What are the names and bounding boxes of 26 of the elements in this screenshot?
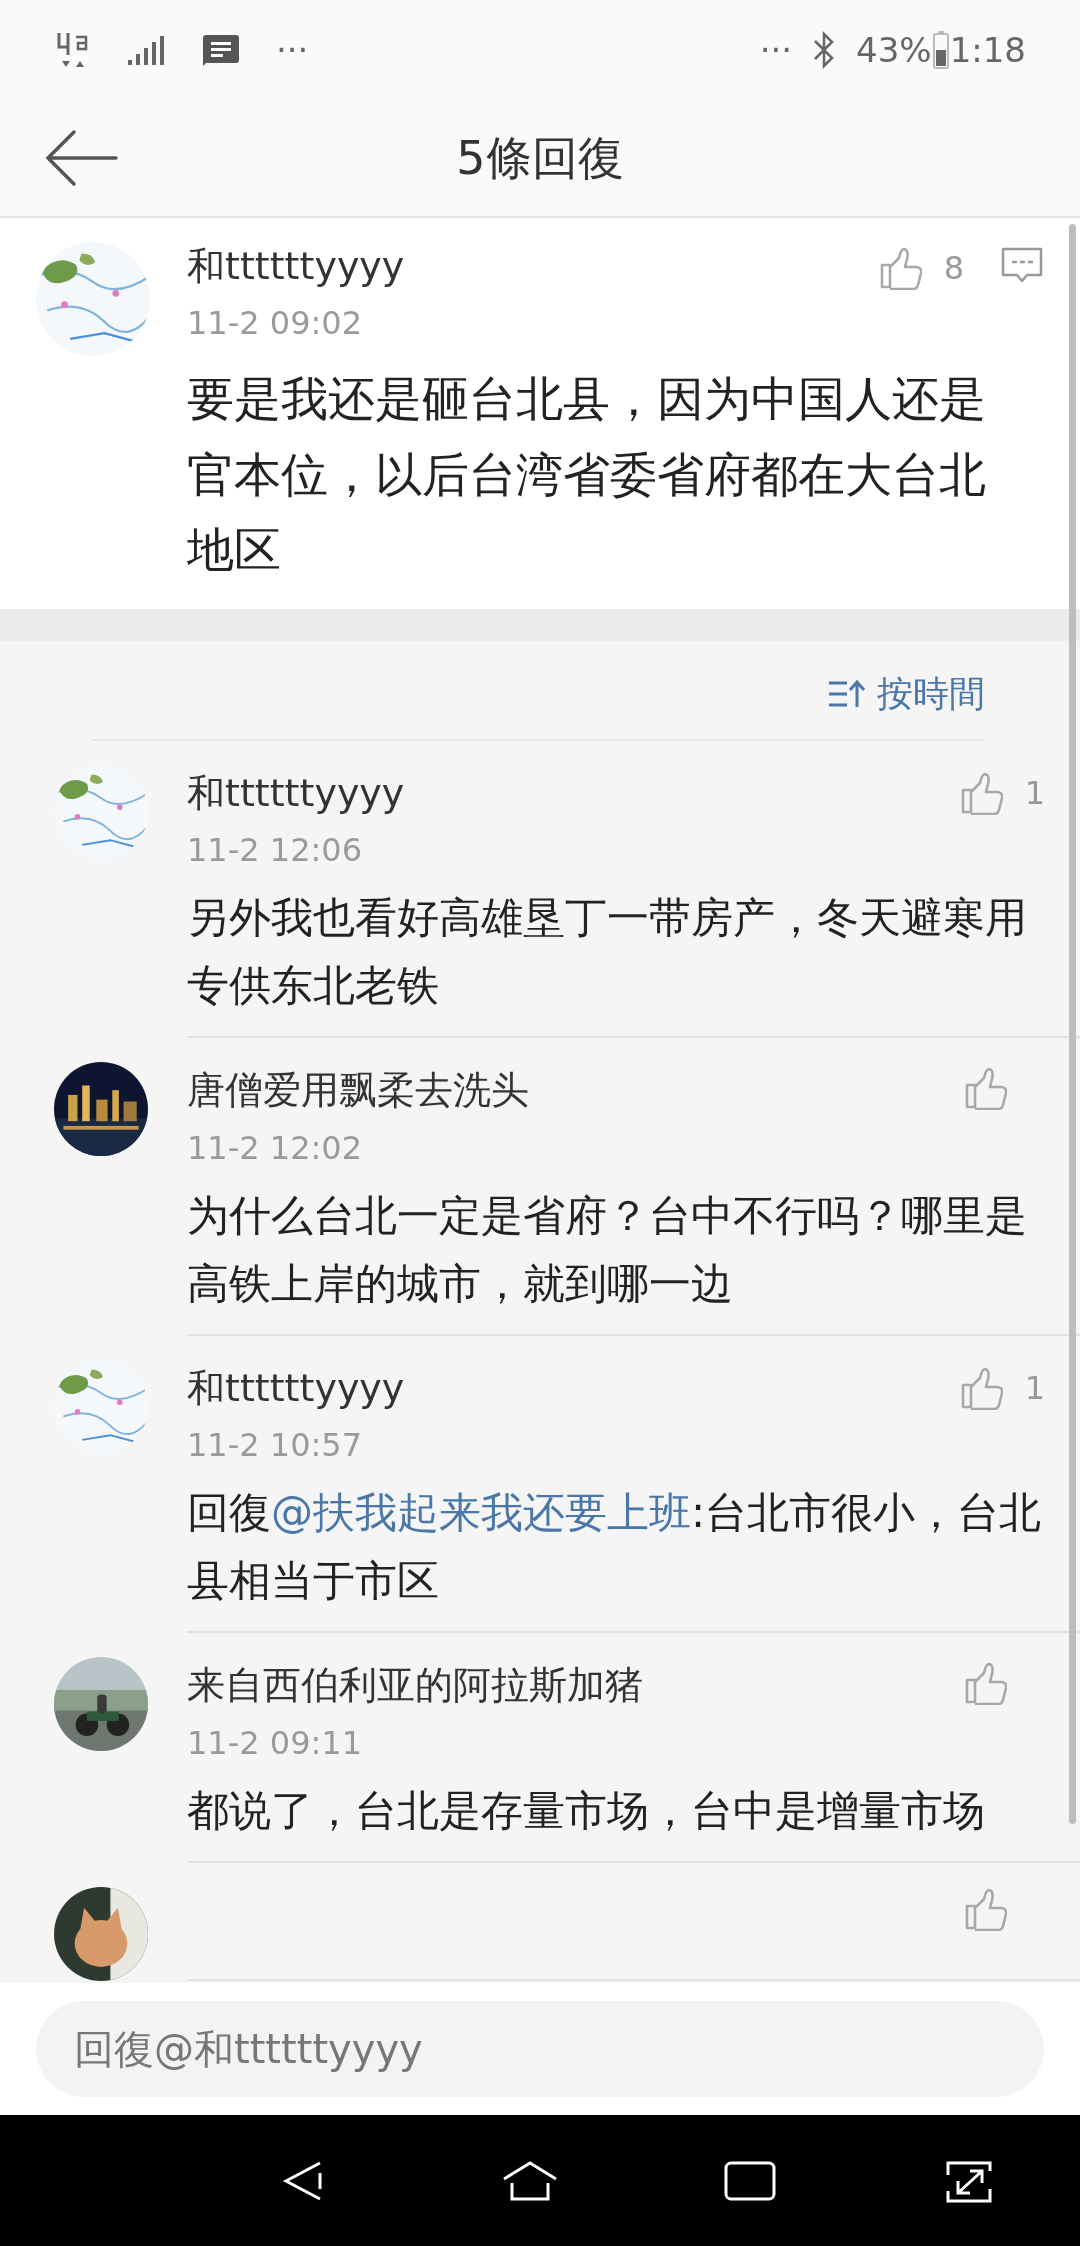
comment-text: 为什么台北一定是省府？台中不行吗？哪里是高铁上岸的城市，就到哪一边: [187, 1189, 1028, 1310]
reply-input[interactable]: 回復@和ttttttyyyy: [36, 2001, 1044, 2097]
comment-text: 要是我还是砸台北县，因为中国人还是官本位，以后台湾省委省府都在大台北地区: [187, 370, 987, 579]
clock: 1:18: [949, 28, 1026, 72]
author-name: 唐僧爱用飘柔去洗头: [187, 1067, 530, 1115]
timestamp: 11-2 09:11: [187, 1722, 363, 1764]
comment-text: 回復@扶我起来我还要上班:台北市很小，台北县相当于市区: [187, 1487, 1043, 1608]
comment-text: 另外我也看好高雄垦丁一带房产，冬天避寒用专供东北老铁: [187, 892, 1028, 1013]
author-name: 和ttttttyyyy: [187, 1364, 406, 1412]
timestamp: 11-2 12:06: [187, 830, 363, 872]
timestamp: 11-2 10:57: [187, 1425, 363, 1467]
sort-button[interactable]: 按時間: [827, 666, 985, 721]
like-count: 1: [1024, 772, 1045, 814]
overflow-dots: ···: [759, 28, 793, 72]
like-count: 1: [1024, 1367, 1045, 1409]
battery-percent: 43%: [856, 28, 932, 72]
author-name: 和ttttttyyyy: [187, 769, 406, 817]
overflow-dots: ···: [276, 28, 309, 72]
mention-link[interactable]: @扶我起来我还要上班: [271, 1488, 691, 1538]
author-name: 来自西伯利亚的阿拉斯加猪: [187, 1662, 644, 1710]
timestamp: 11-2 09:02: [187, 303, 363, 345]
author-name: 和ttttttyyyy: [187, 243, 406, 290]
like-count: 8: [943, 248, 964, 289]
page-title: 5條回復: [456, 129, 624, 187]
comment-text: 都说了，台北是存量市场，台中是增量市场: [187, 1784, 986, 1837]
timestamp: 11-2 12:02: [187, 1127, 363, 1169]
